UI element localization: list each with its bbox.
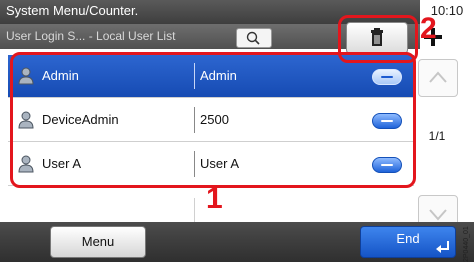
page-indicator: 1/1 [428,129,446,143]
delete-highlight-frame [338,15,418,63]
screen: System Menu/Counter. 10:10 User Login S.… [0,0,474,262]
scroll-column: 1/1 [414,55,460,240]
scroll-up-button[interactable] [418,59,458,97]
breadcrumb: User Login S... - Local User List [6,29,176,43]
search-button[interactable] [236,28,272,48]
enter-icon [436,241,449,253]
menu-button[interactable]: Menu [50,226,146,258]
list-highlight-frame [10,52,416,188]
chevron-up-icon [429,71,447,83]
figure-code: 2P0440_01 [463,226,470,262]
window-title: System Menu/Counter. [6,3,139,18]
callout-number-1: 1 [206,182,223,215]
search-icon [246,31,260,45]
callout-number-2: 2 [420,12,437,45]
